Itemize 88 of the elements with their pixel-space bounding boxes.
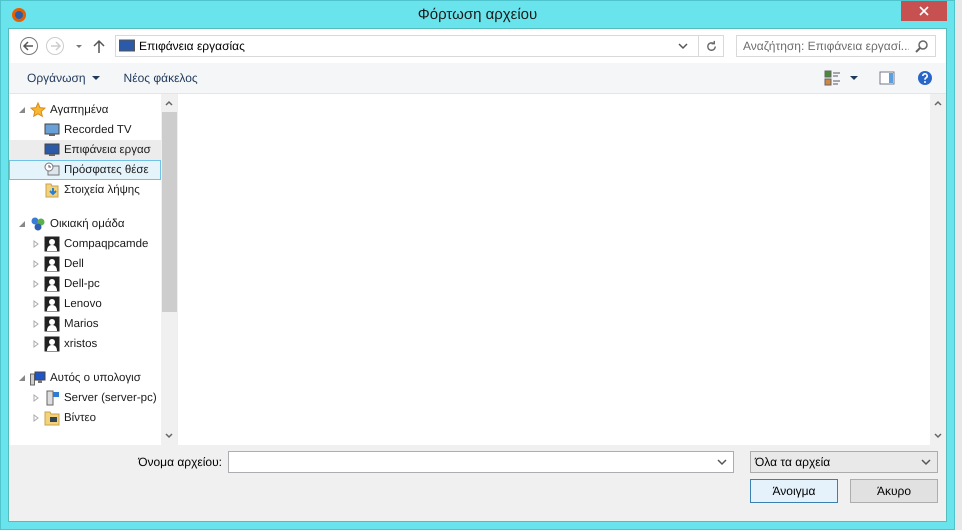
chevron-down-icon[interactable] [717, 458, 727, 466]
tree-item[interactable]: Πρόσφατες θέσε [64, 164, 149, 176]
up-arrow-icon[interactable] [93, 39, 105, 53]
collapsed-arrow-icon[interactable] [32, 240, 40, 248]
organize-menu-button[interactable]: Οργάνωση [19, 68, 108, 88]
monitor-icon [44, 142, 60, 158]
tree-item[interactable]: xristos [64, 338, 98, 350]
tree-item[interactable]: Marios [64, 318, 99, 330]
tree-item[interactable]: Στοιχεία λήψης [64, 184, 140, 196]
tree-item[interactable]: Οικιακή ομάδα [50, 218, 125, 230]
tree-item[interactable]: Server (server-pc) [64, 392, 157, 404]
expanded-arrow-icon[interactable] [18, 220, 26, 228]
tree-item[interactable]: Lenovo [64, 298, 102, 310]
recent-places-icon [44, 162, 60, 178]
tree-item[interactable]: Επιφάνεια εργασ [64, 144, 151, 156]
tree-item-row[interactable]: Recorded TV [9, 120, 161, 140]
user-icon [44, 336, 60, 352]
address-path: Επιφάνεια εργασίας [139, 39, 246, 53]
dropdown-caret-icon[interactable] [850, 74, 858, 82]
monitor-icon [44, 122, 60, 138]
tree-item-row[interactable]: Στοιχεία λήψης [9, 180, 161, 200]
close-icon[interactable] [919, 6, 929, 16]
collapsed-arrow-icon[interactable] [32, 394, 40, 402]
open-button[interactable]: Άνοιγμα [750, 479, 838, 503]
collapsed-arrow-icon[interactable] [32, 320, 40, 328]
window-title: Φόρτωση αρχείου [416, 6, 538, 23]
server-icon [44, 390, 60, 406]
collapsed-arrow-icon[interactable] [32, 340, 40, 348]
monitor-icon [119, 38, 135, 54]
view-options-icon[interactable] [824, 70, 842, 86]
tree-item[interactable]: Dell [64, 258, 84, 270]
tree-item[interactable]: Αυτός ο υπολογισ [50, 372, 141, 384]
expanded-arrow-icon[interactable] [18, 106, 26, 114]
file-name-label: Όνομα αρχείου: [136, 455, 222, 469]
tree-item[interactable]: Compaqpcamde [64, 238, 148, 250]
address-bar[interactable]: Επιφάνεια εργασίας [115, 35, 724, 57]
chevron-down-icon[interactable] [921, 458, 931, 466]
tree-item-row[interactable]: Lenovo [9, 294, 161, 314]
back-icon[interactable] [19, 36, 39, 56]
user-icon [44, 276, 60, 292]
help-icon[interactable] [916, 70, 934, 86]
tree-item-row[interactable]: Αυτός ο υπολογισ [9, 368, 161, 388]
tree-item-row[interactable]: Compaqpcamde [9, 234, 161, 254]
user-icon [44, 296, 60, 312]
collapsed-arrow-icon[interactable] [32, 300, 40, 308]
expanded-arrow-icon[interactable] [18, 374, 26, 382]
file-name-field[interactable] [228, 451, 734, 473]
collapsed-arrow-icon[interactable] [32, 260, 40, 268]
tree-item-row[interactable]: Dell-pc [9, 274, 161, 294]
search-icon[interactable] [915, 39, 929, 53]
tree-item-row[interactable]: Πρόσφατες θέσε [9, 160, 161, 180]
refresh-icon[interactable] [704, 40, 718, 52]
tree-item-row[interactable]: Οικιακή ομάδα [9, 214, 161, 234]
file-type-dropdown[interactable]: Όλα τα αρχεία [750, 451, 938, 473]
tree-item-row[interactable]: xristos [9, 334, 161, 354]
new-folder-button[interactable]: Νέος φάκελος [116, 68, 206, 88]
computer-icon [30, 370, 46, 386]
chevron-down-icon[interactable] [678, 42, 688, 50]
scrollbar[interactable] [161, 94, 177, 445]
tree-item-row[interactable]: Server (server-pc) [9, 388, 161, 408]
scroll-up-icon[interactable] [933, 99, 943, 107]
tree-item-row[interactable]: Dell [9, 254, 161, 274]
caret-icon[interactable] [92, 74, 100, 82]
homegroup-icon [30, 216, 46, 232]
collapsed-arrow-icon[interactable] [32, 414, 40, 422]
scroll-down-icon[interactable] [164, 432, 174, 440]
user-icon [44, 316, 60, 332]
tree-item-row[interactable]: Αγαπημένα [9, 100, 161, 120]
star-icon [30, 102, 46, 118]
user-icon [44, 256, 60, 272]
scroll-down-icon[interactable] [933, 432, 943, 440]
tree-item-row[interactable]: Marios [9, 314, 161, 334]
download-folder-icon [44, 182, 60, 198]
scrollbar[interactable] [930, 94, 946, 445]
cancel-button[interactable]: Άκυρο [850, 479, 938, 503]
tree-item-row[interactable]: Βίντεο [9, 408, 161, 428]
scroll-up-icon[interactable] [164, 99, 174, 107]
close-button[interactable] [901, 1, 947, 21]
tree-item[interactable]: Αγαπημένα [50, 104, 108, 116]
tree-item[interactable]: Βίντεο [64, 412, 96, 424]
tree-item[interactable]: Recorded TV [64, 124, 132, 136]
user-icon [44, 236, 60, 252]
browser-logo-icon [11, 6, 27, 22]
preview-pane-icon[interactable] [878, 70, 896, 86]
video-folder-icon [44, 410, 60, 426]
collapsed-arrow-icon[interactable] [32, 280, 40, 288]
tree-item-row[interactable]: Επιφάνεια εργασ [9, 140, 161, 160]
tree-item[interactable]: Dell-pc [64, 278, 100, 290]
